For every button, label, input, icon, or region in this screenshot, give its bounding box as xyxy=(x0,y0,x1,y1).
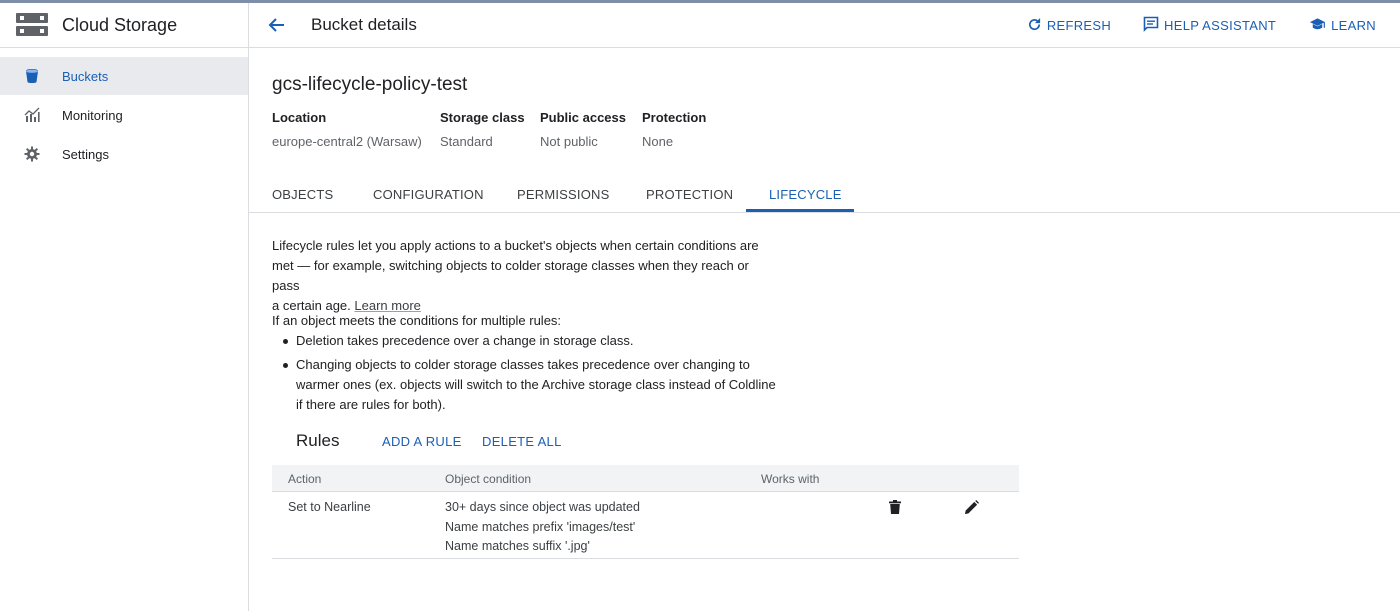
meta-storage-class: Storage class Standard xyxy=(440,110,525,149)
arrow-back-icon[interactable] xyxy=(265,13,289,37)
trash-icon[interactable] xyxy=(886,498,904,516)
sidebar: Cloud Storage Buckets Monitoring Setting… xyxy=(0,3,249,611)
rule-conditions: 30+ days since object was updated Name m… xyxy=(445,498,640,557)
table-row: Set to Nearline 30+ days since object wa… xyxy=(272,492,1019,559)
bullet-marker xyxy=(283,363,289,369)
sidebar-item-monitoring[interactable]: Monitoring xyxy=(0,96,248,134)
meta-value: europe-central2 (Warsaw) xyxy=(272,134,422,149)
column-header-works-with: Works with xyxy=(761,471,820,486)
lifecycle-intro: Lifecycle rules let you apply actions to… xyxy=(272,236,772,316)
intro-line: met — for example, switching objects to … xyxy=(272,258,749,293)
add-rule-button[interactable]: ADD A RULE xyxy=(382,434,462,449)
product-title: Cloud Storage xyxy=(62,14,178,35)
rules-title: Rules xyxy=(296,431,340,450)
page-header: Bucket details REFRESH HELP ASSISTANT LE… xyxy=(249,3,1400,48)
page-title: Bucket details xyxy=(311,15,417,34)
storage-logo-icon xyxy=(16,13,48,37)
column-header-object-condition: Object condition xyxy=(445,471,532,486)
bullet-item: Deletion takes precedence over a change … xyxy=(296,331,796,351)
delete-all-button[interactable]: DELETE ALL xyxy=(482,434,562,449)
rule-condition: 30+ days since object was updated xyxy=(445,500,640,514)
sidebar-item-buckets[interactable]: Buckets xyxy=(0,57,248,95)
refresh-label: REFRESH xyxy=(1046,18,1112,33)
school-cap-icon xyxy=(1309,17,1331,35)
learn-label: LEARN xyxy=(1331,18,1376,33)
bullet-item: Changing objects to colder storage class… xyxy=(296,355,796,415)
bullet-line: Deletion takes precedence over a change … xyxy=(296,333,634,348)
meta-value: None xyxy=(642,134,674,149)
meta-label: Storage class xyxy=(440,110,525,125)
rule-condition: Name matches suffix '.jpg' xyxy=(445,539,590,553)
active-tab-indicator xyxy=(746,209,854,212)
sidebar-item-label: Buckets xyxy=(62,68,109,84)
bucket-icon xyxy=(22,66,42,86)
pencil-icon[interactable] xyxy=(962,498,980,516)
bullet-marker xyxy=(283,339,289,345)
rule-action: Set to Nearline xyxy=(288,500,371,514)
intro-line: Lifecycle rules let you apply actions to… xyxy=(272,238,759,253)
header-actions: REFRESH HELP ASSISTANT LEARN xyxy=(1027,3,1400,48)
meta-value: Standard xyxy=(440,134,493,149)
help-assistant-button[interactable]: HELP ASSISTANT xyxy=(1143,16,1276,35)
meta-value: Not public xyxy=(540,134,598,149)
tab-objects[interactable]: OBJECTS xyxy=(272,176,333,213)
refresh-icon xyxy=(1027,17,1047,35)
tab-lifecycle[interactable]: LIFECYCLE xyxy=(769,176,842,213)
tab-bar: OBJECTS CONFIGURATION PERMISSIONS PROTEC… xyxy=(249,176,1400,213)
rules-table: Action Object condition Works with Set t… xyxy=(272,465,1019,559)
meta-label: Protection xyxy=(642,110,707,125)
meta-public-access: Public access Not public xyxy=(540,110,626,149)
gear-icon xyxy=(22,144,42,164)
bullet-line: warmer ones (ex. objects will switch to … xyxy=(296,377,776,392)
monitoring-chart-icon xyxy=(22,105,42,125)
tab-protection[interactable]: PROTECTION xyxy=(646,176,733,213)
precedence-heading: If an object meets the conditions for mu… xyxy=(272,313,562,328)
sidebar-header: Cloud Storage xyxy=(0,3,248,48)
help-assistant-label: HELP ASSISTANT xyxy=(1164,18,1277,33)
sidebar-item-settings[interactable]: Settings xyxy=(0,135,248,173)
chat-help-icon xyxy=(1143,16,1164,35)
meta-protection: Protection None xyxy=(642,110,706,149)
sidebar-item-label: Monitoring xyxy=(62,107,123,123)
rule-condition: Name matches prefix 'images/test' xyxy=(445,519,636,534)
column-header-action: Action xyxy=(288,471,322,486)
refresh-button[interactable]: REFRESH xyxy=(1027,17,1111,35)
tab-permissions[interactable]: PERMISSIONS xyxy=(517,176,610,213)
bullet-line: Changing objects to colder storage class… xyxy=(296,357,750,372)
meta-label: Location xyxy=(272,110,327,125)
bullet-line: if there are rules for both). xyxy=(296,397,446,412)
sidebar-item-label: Settings xyxy=(62,146,109,162)
bucket-name: gcs-lifecycle-policy-test xyxy=(272,74,468,95)
meta-location: Location europe-central2 (Warsaw) xyxy=(272,110,422,149)
learn-button[interactable]: LEARN xyxy=(1309,17,1376,35)
meta-label: Public access xyxy=(540,110,626,125)
table-header: Action Object condition Works with xyxy=(272,465,1019,492)
tab-configuration[interactable]: CONFIGURATION xyxy=(373,176,484,213)
